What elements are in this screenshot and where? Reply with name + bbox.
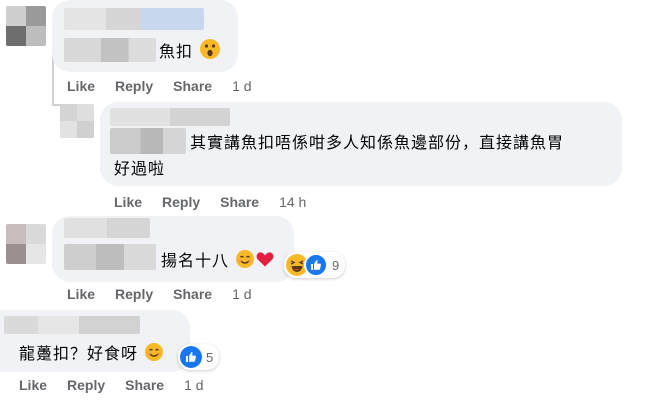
like-reaction-icon xyxy=(304,253,328,277)
reaction-count: 9 xyxy=(332,257,340,273)
smiling-emoji-icon xyxy=(235,249,255,277)
blurred-text xyxy=(64,38,156,62)
timestamp[interactable]: 14 h xyxy=(279,194,306,210)
avatar[interactable] xyxy=(6,224,46,264)
comment-text: 龍躉扣？好食呀 xyxy=(19,341,164,370)
blurred-username xyxy=(4,316,140,334)
reactions-summary[interactable]: 9 xyxy=(284,252,346,278)
surprised-emoji-icon xyxy=(199,38,221,68)
reaction-count: 5 xyxy=(206,349,214,365)
timestamp[interactable]: 1 d xyxy=(232,286,251,302)
like-button[interactable]: Like xyxy=(19,377,47,393)
comment-actions: Like Reply Share 1 d xyxy=(19,377,204,393)
reply-button[interactable]: Reply xyxy=(115,286,153,302)
blurred-username xyxy=(64,218,150,238)
reactions-summary[interactable]: 5 xyxy=(178,344,220,370)
share-button[interactable]: Share xyxy=(173,78,212,94)
red-heart-icon xyxy=(255,249,275,277)
blurred-text xyxy=(64,244,156,270)
smiling-emoji-icon xyxy=(144,342,164,370)
share-button[interactable]: Share xyxy=(220,194,259,210)
like-button[interactable]: Like xyxy=(67,286,95,302)
blurred-username xyxy=(110,108,230,126)
blurred-text xyxy=(110,128,186,154)
avatar[interactable] xyxy=(60,104,94,138)
comment-actions: Like Reply Share 1 d xyxy=(67,286,252,302)
reply-button[interactable]: Reply xyxy=(115,78,153,94)
comment-actions: Like Reply Share 1 d xyxy=(67,78,252,94)
share-button[interactable]: Share xyxy=(173,286,212,302)
timestamp[interactable]: 1 d xyxy=(232,78,251,94)
comment-text-line2: 好過啦 xyxy=(114,159,166,178)
timestamp[interactable]: 1 d xyxy=(184,377,203,393)
like-reaction-icon xyxy=(180,346,202,368)
comment-actions: Like Reply Share 14 h xyxy=(114,194,306,210)
like-button[interactable]: Like xyxy=(67,78,95,94)
reply-button[interactable]: Reply xyxy=(67,377,105,393)
blurred-username xyxy=(64,8,204,30)
comment-text: 魚扣 xyxy=(159,38,221,68)
comment-text: 揚名十八 xyxy=(161,248,275,277)
share-button[interactable]: Share xyxy=(125,377,164,393)
avatar[interactable] xyxy=(6,6,46,46)
like-button[interactable]: Like xyxy=(114,194,142,210)
reply-button[interactable]: Reply xyxy=(162,194,200,210)
comment-text: 其實講魚扣唔係咁多人知係魚邊部份，直接講魚胃 xyxy=(190,133,565,152)
